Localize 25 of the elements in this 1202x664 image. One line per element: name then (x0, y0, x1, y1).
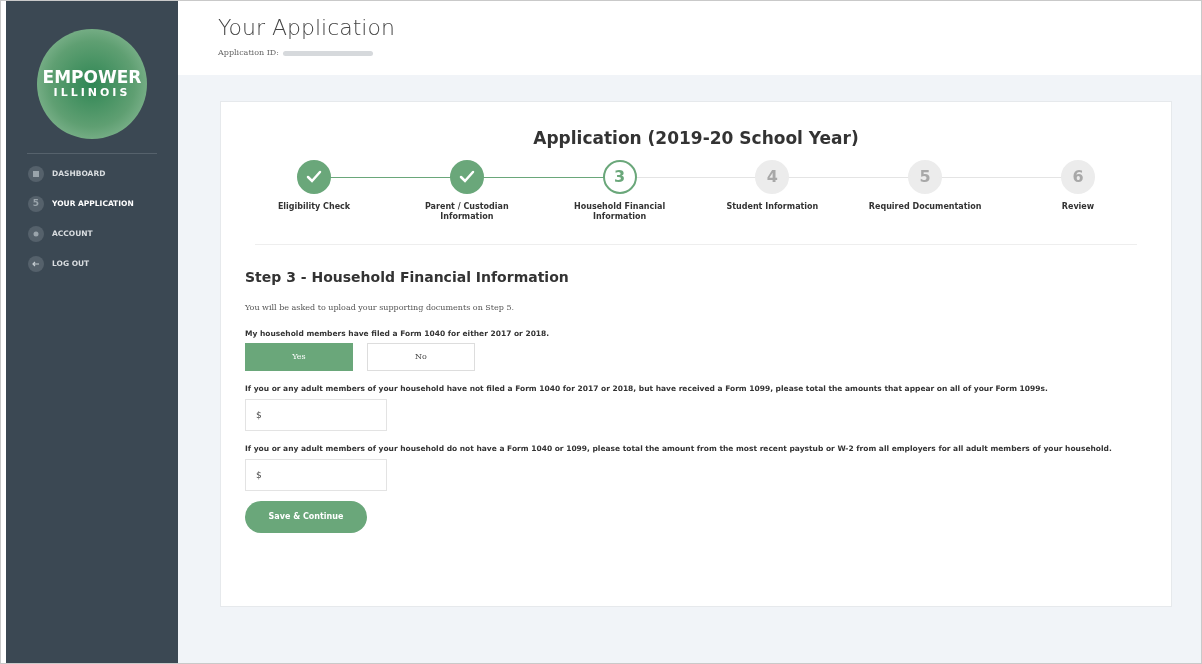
step-indicator: 5 (908, 159, 943, 194)
step-badge: 5 (28, 196, 44, 212)
logo-text: ILLINOIS (53, 86, 131, 100)
step-label: Review (1060, 201, 1096, 212)
logo-text: EMPOWER (42, 68, 142, 86)
step-label: Student Information (725, 201, 820, 212)
step-label: Required Documentation (867, 201, 983, 212)
amount-field[interactable]: $ (245, 398, 387, 431)
step-indicator: 3 (602, 159, 637, 194)
section-title: Step 3 - Household Financial Information (245, 267, 570, 287)
page-title: Your Application (218, 15, 396, 41)
id-label: Application ID: (218, 47, 279, 59)
intro-text: You will be asked to upload your supporting documents on Step 5. (245, 301, 516, 314)
step-label: Household Financial Information (573, 201, 667, 222)
dashboard-icon (28, 166, 44, 182)
step-indicator: 6 (1061, 159, 1095, 194)
arrow-left-icon (28, 256, 44, 272)
step-indicator: 4 (755, 159, 790, 194)
card-title: Application (2019-20 School Year) (532, 127, 860, 150)
check-icon (458, 169, 475, 184)
amount-field[interactable]: $ (245, 458, 387, 491)
check-icon (306, 169, 322, 184)
choice-toggle[interactable]: No (367, 342, 475, 371)
step-label: Parent / Custodian Information (423, 201, 510, 222)
step-label: Eligibility Check (276, 201, 352, 212)
